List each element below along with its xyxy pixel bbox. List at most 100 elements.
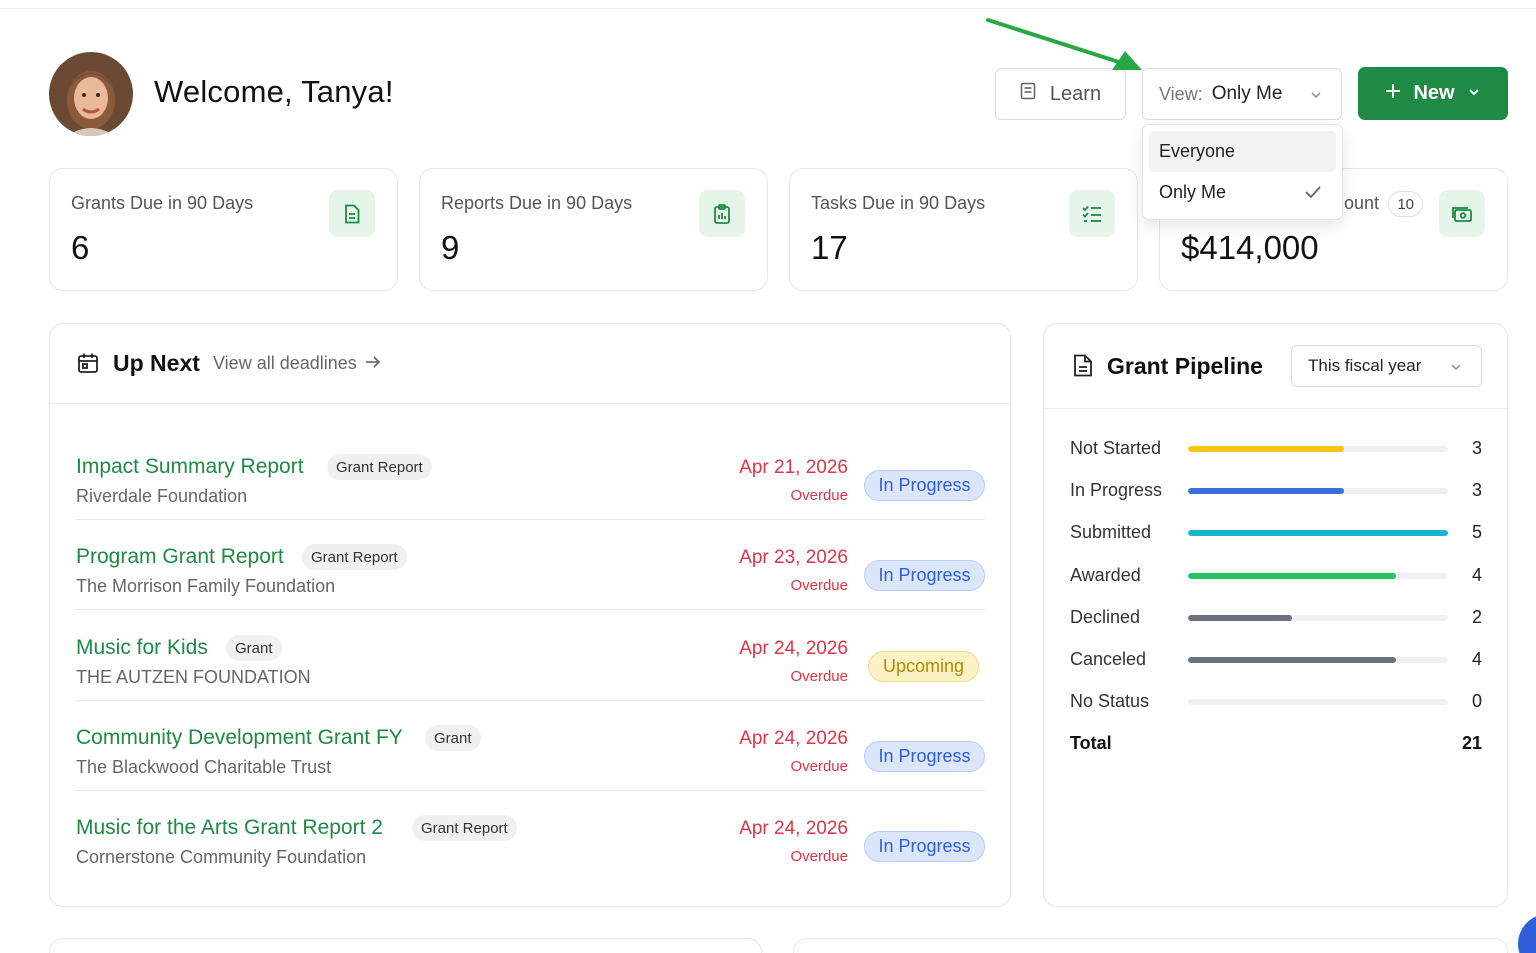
stat-card-grants[interactable]: Grants Due in 90 Days 6	[49, 168, 398, 291]
clipboard-chart-icon	[699, 190, 745, 237]
total-value: 21	[1461, 733, 1482, 753]
pipeline-row[interactable]: Submitted 5	[1070, 518, 1482, 548]
pipeline-count: 4	[1471, 564, 1482, 585]
pipeline-row[interactable]: Canceled 4	[1070, 645, 1482, 675]
pipeline-bar-fill	[1188, 657, 1396, 663]
deadline-row[interactable]: Impact Summary Report Grant Report River…	[76, 430, 985, 520]
funder-name: The Blackwood Charitable Trust	[76, 757, 332, 777]
money-icon	[1439, 190, 1485, 237]
funder-name: Riverdale Foundation	[76, 486, 248, 506]
status-badge[interactable]: In Progress	[864, 470, 985, 501]
stat-value: 9	[441, 229, 460, 266]
grant-pipeline-header: Grant Pipeline This fiscal year	[1044, 324, 1507, 409]
stat-value: 17	[811, 229, 848, 266]
due-date: Apr 23, 2026	[739, 547, 848, 568]
stat-card-tasks[interactable]: Tasks Due in 90 Days 17	[789, 168, 1138, 291]
pipeline-row[interactable]: Awarded 4	[1070, 561, 1482, 591]
view-label: View:	[1159, 83, 1203, 104]
learn-label: Learn	[1049, 82, 1102, 105]
avatar[interactable]	[49, 52, 133, 136]
pipeline-bar-track	[1188, 488, 1448, 495]
count-badge: 10	[1388, 191, 1423, 217]
annotation-arrow	[986, 18, 1142, 70]
type-tag: Grant Report	[412, 815, 517, 841]
status-badge[interactable]: Upcoming	[868, 651, 979, 682]
pipeline-bar-fill	[1188, 614, 1292, 621]
pipeline-count: 2	[1471, 606, 1482, 627]
new-button[interactable]: New	[1358, 67, 1508, 120]
overdue-label: Overdue	[790, 577, 848, 594]
pipeline-count: 4	[1471, 649, 1482, 669]
pipeline-bar-fill	[1188, 530, 1448, 537]
pipeline-bar-track	[1188, 572, 1448, 579]
status-badge[interactable]: In Progress	[864, 831, 985, 862]
calendar-icon	[77, 352, 99, 379]
document-icon	[1073, 354, 1093, 382]
pipeline-row[interactable]: Not Started 3	[1070, 434, 1482, 464]
deadline-row[interactable]: Music for Kids Grant THE AUTZEN FOUNDATI…	[76, 611, 985, 701]
pipeline-count: 3	[1471, 438, 1482, 458]
arrow-right-icon	[365, 353, 381, 374]
deadline-title-link[interactable]: Music for the Arts Grant Report 2	[76, 816, 383, 840]
pipeline-bar-track	[1188, 530, 1448, 537]
deadline-row[interactable]: Music for the Arts Grant Report 2 Grant …	[76, 791, 985, 881]
overdue-label: Overdue	[790, 848, 848, 865]
total-label: Total	[1070, 733, 1112, 753]
view-option-only-me[interactable]: Only Me	[1149, 172, 1336, 213]
up-next-header: Up Next View all deadlines	[50, 324, 1010, 404]
deadline-row[interactable]: Program Grant Report Grant Report The Mo…	[76, 520, 985, 610]
pipeline-label: Awarded	[1070, 564, 1141, 585]
checklist-icon	[1069, 190, 1115, 237]
deadline-title-link[interactable]: Music for Kids	[76, 636, 208, 660]
chevron-down-icon	[1449, 359, 1463, 379]
pipeline-count: 3	[1471, 480, 1482, 501]
stat-value: $414,000	[1181, 229, 1319, 266]
period-select[interactable]: This fiscal year	[1291, 345, 1482, 387]
view-filter-select[interactable]: View: Only Me	[1142, 68, 1342, 120]
stat-value: 6	[71, 229, 90, 266]
bottom-card-left	[49, 938, 762, 953]
pipeline-row[interactable]: In Progress 3	[1070, 476, 1482, 506]
pipeline-count: 5	[1471, 522, 1482, 543]
pipeline-bar-track	[1188, 446, 1448, 452]
view-option-everyone[interactable]: Everyone	[1149, 131, 1336, 172]
type-tag: Grant Report	[302, 544, 407, 570]
learn-button[interactable]: Learn	[995, 68, 1126, 120]
pipeline-bar-fill	[1188, 446, 1344, 452]
document-icon	[329, 190, 375, 237]
type-tag: Grant	[226, 635, 282, 661]
plus-icon	[1385, 82, 1401, 105]
status-badge[interactable]: In Progress	[864, 741, 985, 772]
pipeline-row[interactable]: No Status 0	[1070, 687, 1482, 717]
pipeline-row[interactable]: Declined 2	[1070, 603, 1482, 633]
overdue-label: Overdue	[790, 758, 848, 775]
book-icon	[1020, 82, 1036, 106]
help-chat-button[interactable]	[1518, 914, 1536, 953]
funder-name: THE AUTZEN FOUNDATION	[76, 667, 311, 687]
stat-label: Grants Due in 90 Days	[71, 193, 254, 213]
deadline-title-link[interactable]: Program Grant Report	[76, 545, 284, 569]
deadline-title-link[interactable]: Community Development Grant FY	[76, 726, 403, 750]
pipeline-label: Declined	[1070, 606, 1141, 627]
due-date: Apr 21, 2026	[739, 457, 848, 478]
welcome-heading: Welcome, Tanya!	[154, 74, 394, 109]
view-value: Only Me	[1211, 83, 1283, 104]
deadline-row[interactable]: Community Development Grant FY Grant The…	[76, 701, 985, 791]
pipeline-bar-fill	[1188, 488, 1344, 495]
funder-name: Cornerstone Community Foundation	[76, 847, 367, 867]
grant-pipeline-title: Grant Pipeline	[1107, 353, 1263, 379]
due-date: Apr 24, 2026	[739, 818, 848, 839]
deadline-title-link[interactable]: Impact Summary Report	[76, 455, 304, 479]
pipeline-label: Canceled	[1070, 649, 1147, 669]
view-all-deadlines-link[interactable]: View all deadlines	[213, 353, 381, 374]
stat-card-reports[interactable]: Reports Due in 90 Days 9	[419, 168, 768, 291]
type-tag: Grant	[425, 725, 481, 751]
pipeline-label: In Progress	[1070, 480, 1163, 501]
type-tag: Grant Report	[327, 454, 432, 480]
up-next-title: Up Next	[113, 350, 200, 376]
new-label: New	[1413, 82, 1455, 104]
pipeline-bar-track	[1188, 657, 1448, 663]
status-badge[interactable]: In Progress	[864, 560, 985, 591]
chevron-down-icon	[1309, 86, 1323, 108]
due-date: Apr 24, 2026	[739, 728, 848, 749]
